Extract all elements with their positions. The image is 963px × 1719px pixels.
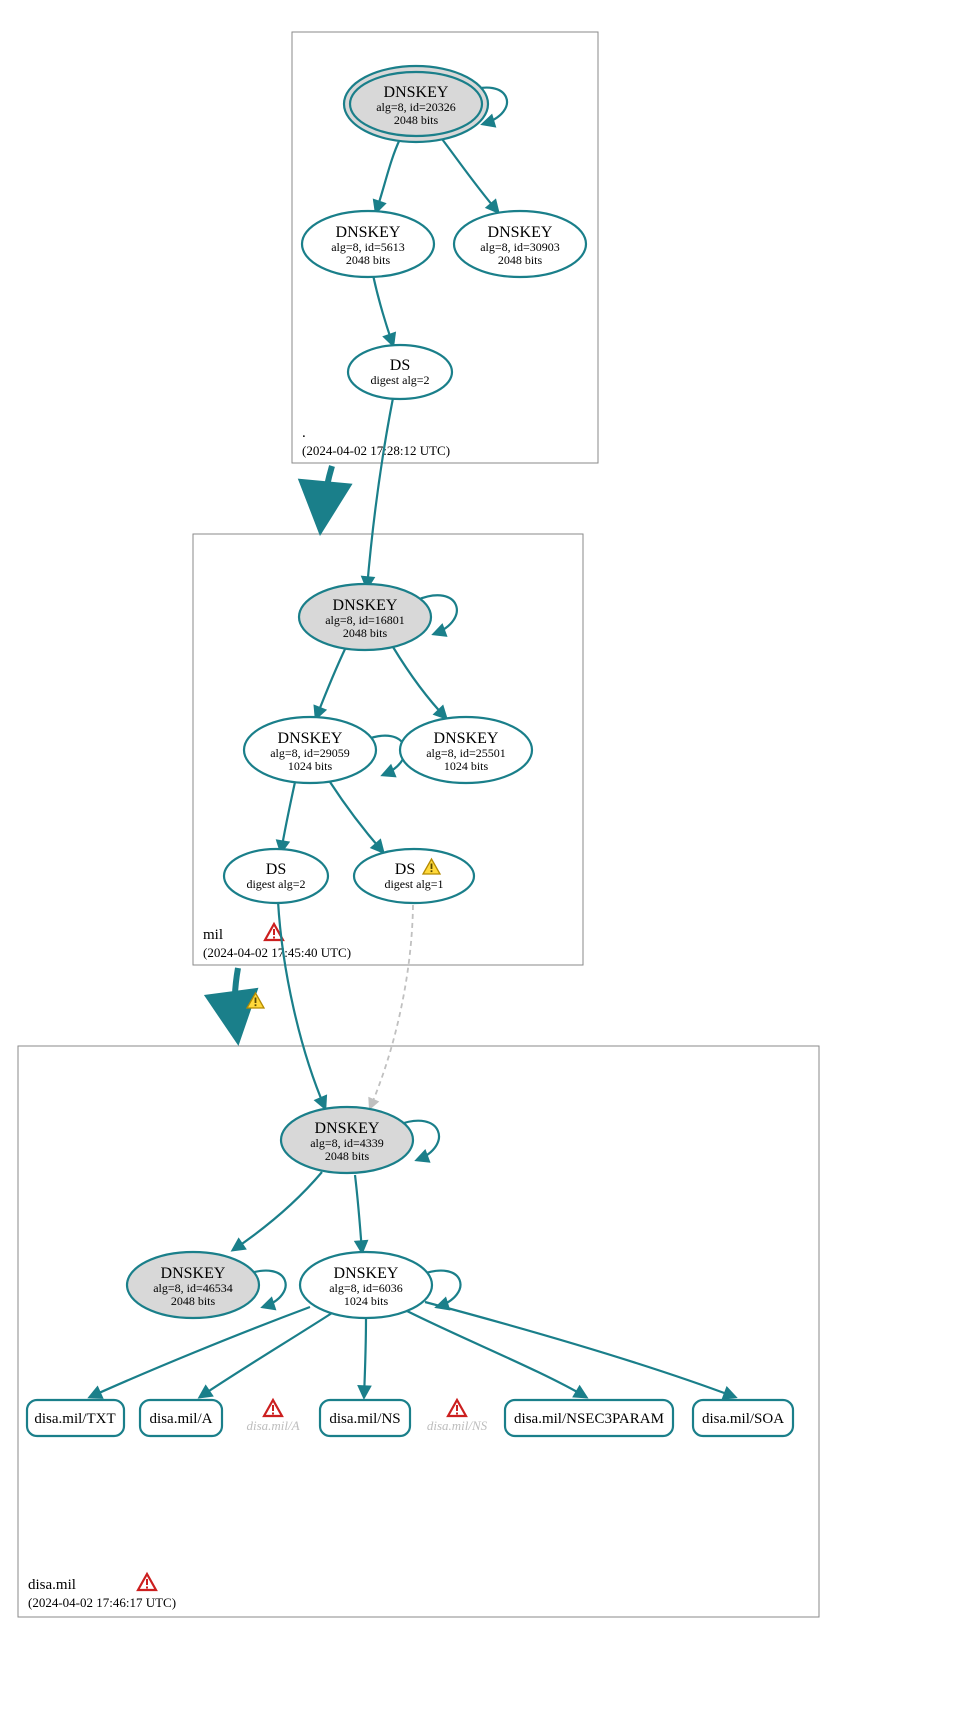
zone-box-disa <box>18 1046 819 1617</box>
node-dnskey[interactable]: DNSKEY alg=8, id=46534 2048 bits <box>127 1252 259 1318</box>
edge-dashed <box>370 905 413 1108</box>
svg-text:disa.mil/TXT: disa.mil/TXT <box>34 1411 115 1427</box>
node-ds[interactable]: DS digest alg=2 <box>224 849 328 903</box>
svg-text:DS: DS <box>395 861 415 878</box>
svg-text:2048 bits: 2048 bits <box>171 1294 216 1308</box>
node-ds-warning[interactable]: DS digest alg=1 <box>354 849 474 903</box>
svg-text:disa.mil/SOA: disa.mil/SOA <box>702 1411 784 1427</box>
svg-text:disa.mil/A: disa.mil/A <box>246 1418 299 1433</box>
svg-text:DNSKEY: DNSKEY <box>333 597 398 614</box>
svg-text:alg=8, id=5613: alg=8, id=5613 <box>331 240 405 254</box>
error-icon <box>264 1400 282 1416</box>
dnssec-diagram: . (2024-04-02 17:28:12 UTC) mil (2024-04… <box>0 0 963 1719</box>
svg-text:DNSKEY: DNSKEY <box>434 730 499 747</box>
node-dnskey-mil-ksk[interactable]: DNSKEY alg=8, id=16801 2048 bits <box>299 584 431 650</box>
svg-text:2048 bits: 2048 bits <box>346 253 391 267</box>
edge <box>281 782 295 852</box>
node-dnskey[interactable]: DNSKEY alg=8, id=6036 1024 bits <box>300 1252 432 1318</box>
svg-text:alg=8, id=20326: alg=8, id=20326 <box>376 100 456 114</box>
delegation-edge <box>321 466 332 525</box>
svg-text:1024 bits: 1024 bits <box>444 759 489 773</box>
svg-text:DS: DS <box>266 861 286 878</box>
svg-text:DS: DS <box>390 357 410 374</box>
svg-text:alg=8, id=4339: alg=8, id=4339 <box>310 1136 384 1150</box>
edge <box>393 647 446 718</box>
record-soa[interactable]: disa.mil/SOA <box>693 1400 793 1436</box>
node-ds[interactable]: DS digest alg=2 <box>348 345 452 399</box>
svg-text:disa.mil/NSEC3PARAM: disa.mil/NSEC3PARAM <box>514 1411 664 1427</box>
svg-text:DNSKEY: DNSKEY <box>488 224 553 241</box>
edge <box>367 398 393 588</box>
edge <box>233 1172 322 1250</box>
svg-text:DNSKEY: DNSKEY <box>315 1120 380 1137</box>
edge <box>330 782 383 852</box>
node-dnskey[interactable]: DNSKEY alg=8, id=5613 2048 bits <box>302 211 434 277</box>
edge <box>316 647 346 718</box>
node-dnskey[interactable]: DNSKEY alg=8, id=30903 2048 bits <box>454 211 586 277</box>
missing-record-a: disa.mil/A <box>246 1400 299 1433</box>
zone-ts-disa: (2024-04-02 17:46:17 UTC) <box>28 1595 176 1610</box>
svg-text:digest alg=2: digest alg=2 <box>370 373 429 387</box>
node-dnskey-root-ksk[interactable]: DNSKEY alg=8, id=20326 2048 bits <box>344 66 488 142</box>
svg-text:disa.mil/A: disa.mil/A <box>150 1411 213 1427</box>
svg-text:disa.mil/NS: disa.mil/NS <box>427 1418 488 1433</box>
svg-text:alg=8, id=6036: alg=8, id=6036 <box>329 1281 403 1295</box>
delegation-edge <box>235 968 238 1035</box>
record-nsec3param[interactable]: disa.mil/NSEC3PARAM <box>505 1400 673 1436</box>
svg-text:1024 bits: 1024 bits <box>344 1294 389 1308</box>
svg-text:1024 bits: 1024 bits <box>288 759 333 773</box>
warning-icon <box>247 993 264 1008</box>
zone-name-mil: mil <box>203 927 223 943</box>
svg-text:DNSKEY: DNSKEY <box>334 1265 399 1282</box>
svg-text:DNSKEY: DNSKEY <box>161 1265 226 1282</box>
svg-text:alg=8, id=25501: alg=8, id=25501 <box>426 746 506 760</box>
svg-text:disa.mil/NS: disa.mil/NS <box>329 1411 400 1427</box>
edge <box>90 1307 310 1397</box>
svg-text:2048 bits: 2048 bits <box>343 626 388 640</box>
missing-record-ns: disa.mil/NS <box>427 1400 488 1433</box>
node-dnskey[interactable]: DNSKEY alg=8, id=29059 1024 bits <box>244 717 376 783</box>
error-icon <box>448 1400 466 1416</box>
edge <box>200 1313 332 1397</box>
record-txt[interactable]: disa.mil/TXT <box>27 1400 124 1436</box>
node-dnskey-disa-ksk[interactable]: DNSKEY alg=8, id=4339 2048 bits <box>281 1107 413 1173</box>
svg-text:DNSKEY: DNSKEY <box>384 84 449 101</box>
edge <box>407 1311 586 1397</box>
edge <box>376 139 400 212</box>
edge <box>442 139 498 212</box>
zone-name-root: . <box>302 425 306 441</box>
record-a[interactable]: disa.mil/A <box>140 1400 222 1436</box>
edge <box>373 275 393 345</box>
svg-text:DNSKEY: DNSKEY <box>336 224 401 241</box>
svg-text:alg=8, id=30903: alg=8, id=30903 <box>480 240 560 254</box>
zone-name-disa: disa.mil <box>28 1577 76 1593</box>
zone-ts-root: (2024-04-02 17:28:12 UTC) <box>302 443 450 458</box>
node-dnskey[interactable]: DNSKEY alg=8, id=25501 1024 bits <box>400 717 532 783</box>
svg-text:alg=8, id=16801: alg=8, id=16801 <box>325 613 405 627</box>
record-ns[interactable]: disa.mil/NS <box>320 1400 410 1436</box>
edge <box>364 1318 366 1397</box>
edge <box>278 901 325 1108</box>
svg-text:digest alg=1: digest alg=1 <box>384 877 443 891</box>
zone-ts-mil: (2024-04-02 17:45:40 UTC) <box>203 945 351 960</box>
svg-text:2048 bits: 2048 bits <box>498 253 543 267</box>
svg-text:2048 bits: 2048 bits <box>325 1149 370 1163</box>
svg-text:2048 bits: 2048 bits <box>394 113 439 127</box>
svg-text:digest alg=2: digest alg=2 <box>246 877 305 891</box>
error-icon <box>138 1574 156 1590</box>
edge <box>355 1175 362 1252</box>
svg-text:alg=8, id=46534: alg=8, id=46534 <box>153 1281 233 1295</box>
edge <box>425 1302 735 1397</box>
svg-text:DNSKEY: DNSKEY <box>278 730 343 747</box>
svg-text:alg=8, id=29059: alg=8, id=29059 <box>270 746 350 760</box>
